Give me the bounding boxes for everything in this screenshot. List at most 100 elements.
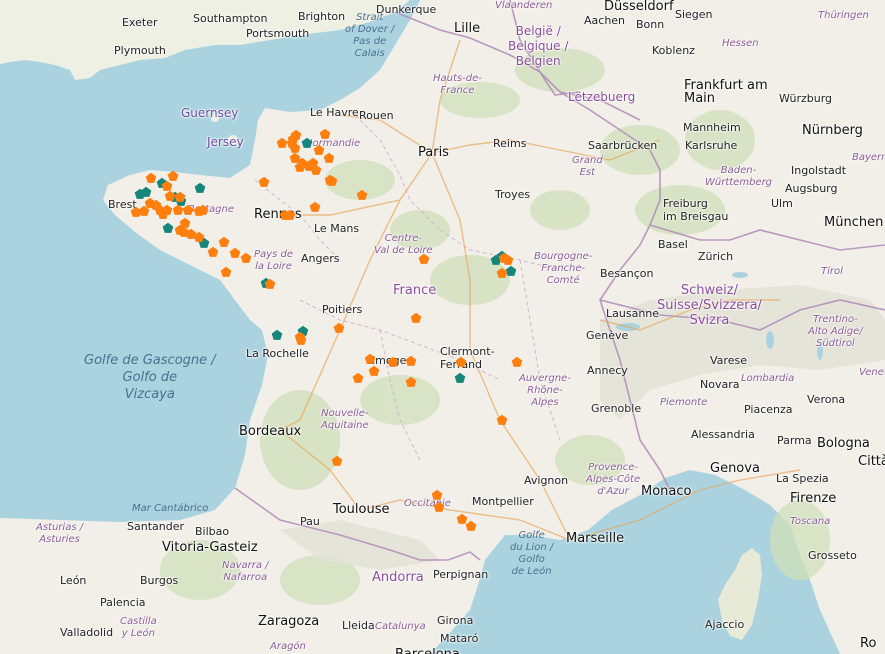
map-marker-orange[interactable] xyxy=(294,331,306,343)
map-marker-orange[interactable] xyxy=(323,152,335,164)
map-label-lehavre: Le Havre xyxy=(310,106,359,119)
map-label-citta: Città xyxy=(858,454,885,469)
map-label-brighton: Brighton xyxy=(298,10,346,23)
map-label-aragon: Aragón xyxy=(270,641,306,652)
map-marker-orange[interactable] xyxy=(307,157,319,169)
map-label-exeter: Exeter xyxy=(122,16,158,29)
map-label-larochelle: La Rochelle xyxy=(246,347,309,360)
map-marker-orange[interactable] xyxy=(145,172,157,184)
map-label-ro: Ro xyxy=(860,636,877,651)
map-label-catalunya: Catalunya xyxy=(375,621,426,632)
map-label-asturias: Asturias / Asturies xyxy=(36,522,84,545)
map-label-paris: Paris xyxy=(418,145,449,160)
map-marker-orange[interactable] xyxy=(174,191,186,203)
map-marker-orange[interactable] xyxy=(465,520,477,532)
map-label-golfe: Golfe de Gascogne / Golfo de Vizcaya xyxy=(84,353,216,402)
map-label-ingolstadt: Ingolstadt xyxy=(791,164,847,177)
map-marker-orange[interactable] xyxy=(258,176,270,188)
map-label-rouen: Rouen xyxy=(359,109,394,122)
map-marker-orange[interactable] xyxy=(193,231,205,243)
map-label-laspezia: La Spezia xyxy=(776,472,829,485)
map-label-barcelona: Barcelona xyxy=(395,648,460,654)
map-label-marseille: Marseille xyxy=(566,531,625,546)
map-marker-teal[interactable] xyxy=(454,372,466,384)
map-marker-orange[interactable] xyxy=(289,142,301,154)
map-marker-orange[interactable] xyxy=(331,455,343,467)
map-label-parma: Parma xyxy=(777,434,812,447)
map-label-mataro: Mataró xyxy=(440,632,479,645)
map-label-nurnberg: Nürnberg xyxy=(802,123,863,138)
map-marker-orange[interactable] xyxy=(431,489,443,501)
map-label-toulouse: Toulouse xyxy=(333,502,390,517)
map-label-augsburg: Augsburg xyxy=(785,182,838,195)
map-label-grandest: Grand Est xyxy=(572,155,603,178)
map-label-munchen: München xyxy=(824,215,884,230)
map-marker-orange[interactable] xyxy=(130,206,142,218)
map-label-belgique: België / Belgique / Belgien xyxy=(508,24,569,68)
map-label-genova: Genova xyxy=(710,461,760,476)
map-label-andorra: Andorra xyxy=(372,570,424,585)
map-marker-orange[interactable] xyxy=(284,209,296,221)
map-marker-orange[interactable] xyxy=(264,278,276,290)
map-marker-orange[interactable] xyxy=(197,204,209,216)
map-label-hautsdefrance: Hauts-de- France xyxy=(433,73,482,96)
map-marker-orange[interactable] xyxy=(387,356,399,368)
map-label-perpignan: Perpignan xyxy=(433,568,489,581)
map-marker-orange[interactable] xyxy=(502,254,514,266)
map-marker-orange[interactable] xyxy=(240,252,252,264)
map-marker-teal[interactable] xyxy=(194,182,206,194)
map-marker-orange[interactable] xyxy=(333,322,345,334)
map-marker-orange[interactable] xyxy=(496,267,508,279)
map-label-leon: León xyxy=(60,574,87,587)
map-marker-orange[interactable] xyxy=(324,174,336,186)
map-label-zurich: Zürich xyxy=(698,250,734,263)
map-marker-orange[interactable] xyxy=(405,376,417,388)
map-label-palencia: Palencia xyxy=(100,596,146,609)
map-label-tirol: Tirol xyxy=(821,266,843,277)
map-marker-orange[interactable] xyxy=(410,312,422,324)
map-label-lille: Lille xyxy=(454,21,481,36)
map-marker-orange[interactable] xyxy=(174,224,186,236)
map-label-freiburg: Freiburg im Breisgau xyxy=(663,197,729,223)
map-label-karlsruhe: Karlsruhe xyxy=(685,139,738,152)
map-label-pau: Pau xyxy=(300,515,320,528)
map-marker-teal[interactable] xyxy=(271,329,283,341)
map-marker-orange[interactable] xyxy=(511,356,523,368)
map-marker-orange[interactable] xyxy=(352,372,364,384)
map-marker-orange[interactable] xyxy=(319,128,331,140)
map-marker-orange[interactable] xyxy=(368,365,380,377)
map-marker-orange[interactable] xyxy=(405,355,417,367)
map-marker-orange[interactable] xyxy=(364,353,376,365)
map-marker-orange[interactable] xyxy=(294,161,306,173)
map-label-frankfurt: Frankfurt am Main xyxy=(684,78,768,106)
map-label-wurzburg: Würzburg xyxy=(779,92,833,105)
map-label-grenoble: Grenoble xyxy=(591,402,642,415)
map-label-navarra: Navarra / Nafarroa xyxy=(222,560,269,583)
map-viewport[interactable]: Exeter Southampton Brighton Dunkerque Vlaand… xyxy=(0,0,885,654)
map-marker-orange[interactable] xyxy=(356,189,368,201)
map-label-monaco: Monaco xyxy=(641,484,692,499)
map-label-santander: Santander xyxy=(127,520,184,533)
map-marker-teal[interactable] xyxy=(301,137,313,149)
map-marker-orange[interactable] xyxy=(220,266,232,278)
map-label-clermont: Clermont- Ferrand xyxy=(440,345,495,371)
map-marker-orange[interactable] xyxy=(433,501,445,513)
map-label-zaragoza: Zaragoza xyxy=(258,614,320,629)
map-marker-orange[interactable] xyxy=(496,414,508,426)
map-label-vitoria: Vitoria-Gasteiz xyxy=(162,540,258,555)
map-label-paysdelaloire: Pays de la Loire xyxy=(254,249,293,272)
map-label-bayern: Bayern xyxy=(852,152,885,163)
map-marker-teal[interactable] xyxy=(162,222,174,234)
map-label-hessen: Hessen xyxy=(722,38,759,49)
map-label-bordeaux: Bordeaux xyxy=(239,424,302,439)
map-label-grosseto: Grosseto xyxy=(808,549,857,562)
map-label-schweiz: Schweiz/ Suisse/Svizzera/ Svizra xyxy=(657,283,762,328)
map-label-girona: Girona xyxy=(437,614,474,627)
map-marker-orange[interactable] xyxy=(455,356,467,368)
map-label-venet: Venet xyxy=(859,367,885,378)
map-label-siegen: Siegen xyxy=(675,8,713,21)
map-marker-orange[interactable] xyxy=(418,253,430,265)
map-marker-orange[interactable] xyxy=(157,208,169,220)
map-marker-orange[interactable] xyxy=(309,201,321,213)
map-label-marcantabrico: Mar Cantábrico xyxy=(132,503,209,514)
